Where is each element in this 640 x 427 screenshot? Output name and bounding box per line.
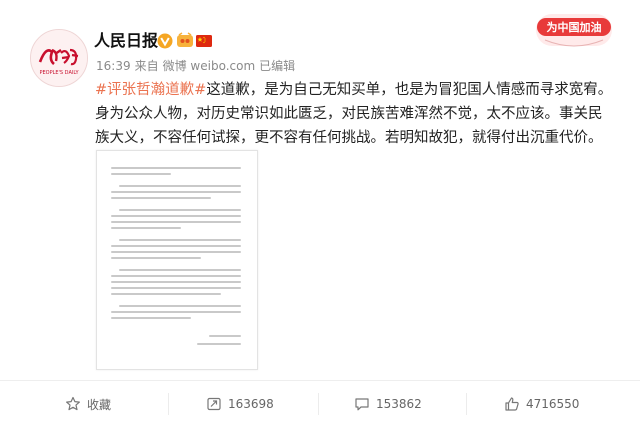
post-source[interactable]: 微博 weibo.com: [163, 59, 256, 73]
repost-button[interactable]: 163698: [206, 381, 274, 427]
repost-icon: [207, 397, 221, 411]
favorite-button[interactable]: 收藏: [65, 381, 111, 427]
weibo-post-card: PEOPLE'S DAILY 人民日报 16:39 来自 微博 weibo.com 已…: [0, 0, 640, 427]
post-text: #评张哲瀚道歉#这道歉，是为自己无知买单，也是为冒犯国人情感而寻求宽宥。身为公众…: [95, 78, 615, 150]
comment-count: 153862: [376, 397, 422, 411]
like-icon: [505, 397, 519, 411]
member-icon[interactable]: [176, 32, 194, 50]
china-flag-icon: [196, 35, 212, 47]
post-hashtag[interactable]: #评张哲瀚道歉#: [95, 82, 206, 98]
like-button[interactable]: 4716550: [504, 381, 579, 427]
cheer-banner[interactable]: 为中国加油: [535, 10, 613, 50]
source-prefix: 来自: [134, 59, 159, 73]
avatar-sub-text: PEOPLE'S DAILY: [39, 70, 79, 76]
banner-text: 为中国加油: [547, 20, 602, 34]
favorite-label: 收藏: [87, 397, 112, 412]
repost-count: 163698: [228, 397, 274, 411]
username[interactable]: 人民日报: [94, 31, 158, 51]
comment-icon: [355, 398, 369, 411]
action-bar: 收藏 163698 153862 4716550: [0, 380, 640, 427]
comment-button[interactable]: 153862: [354, 381, 422, 427]
post-time[interactable]: 16:39: [96, 59, 131, 73]
avatar[interactable]: PEOPLE'S DAILY: [30, 29, 88, 87]
like-count: 4716550: [526, 397, 580, 411]
post-image-document[interactable]: [96, 150, 258, 370]
post-meta: 16:39 来自 微博 weibo.com 已编辑: [96, 58, 299, 74]
favorite-icon: [66, 396, 80, 411]
verified-icon: [157, 33, 173, 49]
edited-label[interactable]: 已编辑: [259, 59, 295, 73]
